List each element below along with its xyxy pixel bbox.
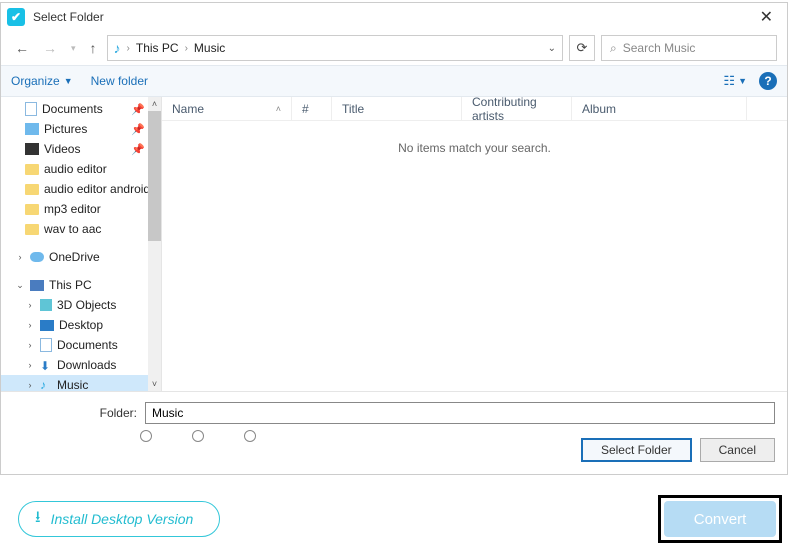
titlebar: ✔ Select Folder ✕ [1,3,787,31]
install-desktop-button[interactable]: ⭳ Install Desktop Version [18,501,220,537]
video-icon [25,143,39,155]
tree-item-this-pc[interactable]: ⌄This PC [1,275,161,295]
tree-item-onedrive[interactable]: ›OneDrive [1,247,161,267]
forward-button[interactable]: → [39,38,61,58]
search-icon: ⌕ [610,41,617,56]
tree-item-downloads[interactable]: ›⬇Downloads [1,355,161,375]
dialog-body: Documents📌 Pictures📌 Videos📌 audio edito… [1,97,787,391]
scroll-up-button[interactable]: ˄ [148,97,161,111]
pc-icon [30,280,44,291]
folder-icon [25,164,39,175]
chevron-right-icon: › [25,320,35,330]
app-icon: ✔ [7,8,25,26]
folder-label: Folder: [13,406,137,420]
nav-row: ← → ▾ ↑ ♪ › This PC › Music ⌄ ⟳ ⌕ Search… [1,31,787,65]
folder-icon [25,224,39,235]
tree-item-mp3-editor[interactable]: mp3 editor [1,199,161,219]
address-bar[interactable]: ♪ › This PC › Music ⌄ [107,35,563,61]
download-icon: ⬇ [40,359,52,371]
tree-item-pictures[interactable]: Pictures📌 [1,119,161,139]
download-icon: ⭳ [35,506,41,533]
folder-icon [25,184,39,195]
chevron-down-icon: ⌄ [15,280,25,291]
scroll-thumb[interactable] [148,111,161,241]
sort-asc-icon: ˄ [276,104,281,114]
column-number[interactable]: # [292,97,332,120]
radio-icon [244,430,256,442]
document-icon [40,338,52,352]
address-dropdown[interactable]: ⌄ [548,43,556,54]
organize-button[interactable]: Organize▼ [11,74,73,88]
background-obscured-row [100,426,800,446]
chevron-right-icon: › [25,300,35,310]
close-button[interactable]: ✕ [752,5,781,29]
pin-icon: 📌 [131,123,145,136]
chevron-right-icon: › [127,43,130,54]
lower-bar: ⭳ Install Desktop Version Convert [0,475,800,553]
view-icon: ☷ [723,73,735,89]
chevron-right-icon: › [185,43,188,54]
desktop-icon [40,320,54,331]
music-icon: ♪ [40,378,52,391]
chevron-down-icon: ▼ [738,76,747,86]
folder-tree: Documents📌 Pictures📌 Videos📌 audio edito… [1,97,161,391]
column-name[interactable]: Name˄ [162,97,292,120]
tree-item-videos[interactable]: Videos📌 [1,139,161,159]
folder-icon [25,204,39,215]
search-placeholder: Search Music [623,41,696,55]
chevron-down-icon: ▼ [64,76,73,86]
column-album[interactable]: Album [572,97,747,120]
tree-item-music[interactable]: ›♪Music [1,375,161,391]
breadcrumb-root[interactable]: This PC [136,41,179,55]
radio-icon [192,430,204,442]
window-title: Select Folder [33,10,104,24]
scroll-down-button[interactable]: ˅ [148,377,161,391]
help-button[interactable]: ? [759,72,777,90]
refresh-button[interactable]: ⟳ [569,35,595,61]
search-input[interactable]: ⌕ Search Music [601,35,777,61]
tree-scrollbar[interactable]: ˄ ˅ [148,97,161,391]
folder-input[interactable] [145,402,775,424]
convert-highlight: Convert [658,495,782,543]
back-button[interactable]: ← [11,38,33,58]
cloud-icon [30,252,44,262]
radio-icon [140,430,152,442]
music-icon: ♪ [114,40,121,56]
tree-item-3d-objects[interactable]: ›3D Objects [1,295,161,315]
column-headers: Name˄ # Title Contributing artists Album [162,97,787,121]
tree-item-audio-editor-android[interactable]: audio editor android [1,179,161,199]
pin-icon: 📌 [131,143,145,156]
column-artists[interactable]: Contributing artists [462,97,572,120]
tree-item-desktop[interactable]: ›Desktop [1,315,161,335]
chevron-right-icon: › [25,360,35,370]
view-options-button[interactable]: ☷▼ [723,73,747,89]
tree-item-audio-editor[interactable]: audio editor [1,159,161,179]
empty-message: No items match your search. [162,121,787,175]
pin-icon: 📌 [131,103,145,116]
recent-dropdown[interactable]: ▾ [67,41,80,56]
chevron-right-icon: › [25,380,35,390]
3d-icon [40,299,52,311]
new-folder-button[interactable]: New folder [91,74,148,88]
tree-item-wav-to-aac[interactable]: wav to aac [1,219,161,239]
tree-item-documents-pc[interactable]: ›Documents [1,335,161,355]
convert-button[interactable]: Convert [664,501,776,537]
toolbar: Organize▼ New folder ☷▼ ? [1,65,787,97]
column-title[interactable]: Title [332,97,462,120]
up-button[interactable]: ↑ [86,38,101,58]
file-list-pane: Name˄ # Title Contributing artists Album… [161,97,787,391]
picture-icon [25,123,39,135]
chevron-right-icon: › [15,252,25,262]
chevron-right-icon: › [25,340,35,350]
select-folder-dialog: ✔ Select Folder ✕ ← → ▾ ↑ ♪ › This PC › … [0,2,788,475]
breadcrumb-current[interactable]: Music [194,41,225,55]
document-icon [25,102,37,116]
tree-item-documents[interactable]: Documents📌 [1,99,161,119]
